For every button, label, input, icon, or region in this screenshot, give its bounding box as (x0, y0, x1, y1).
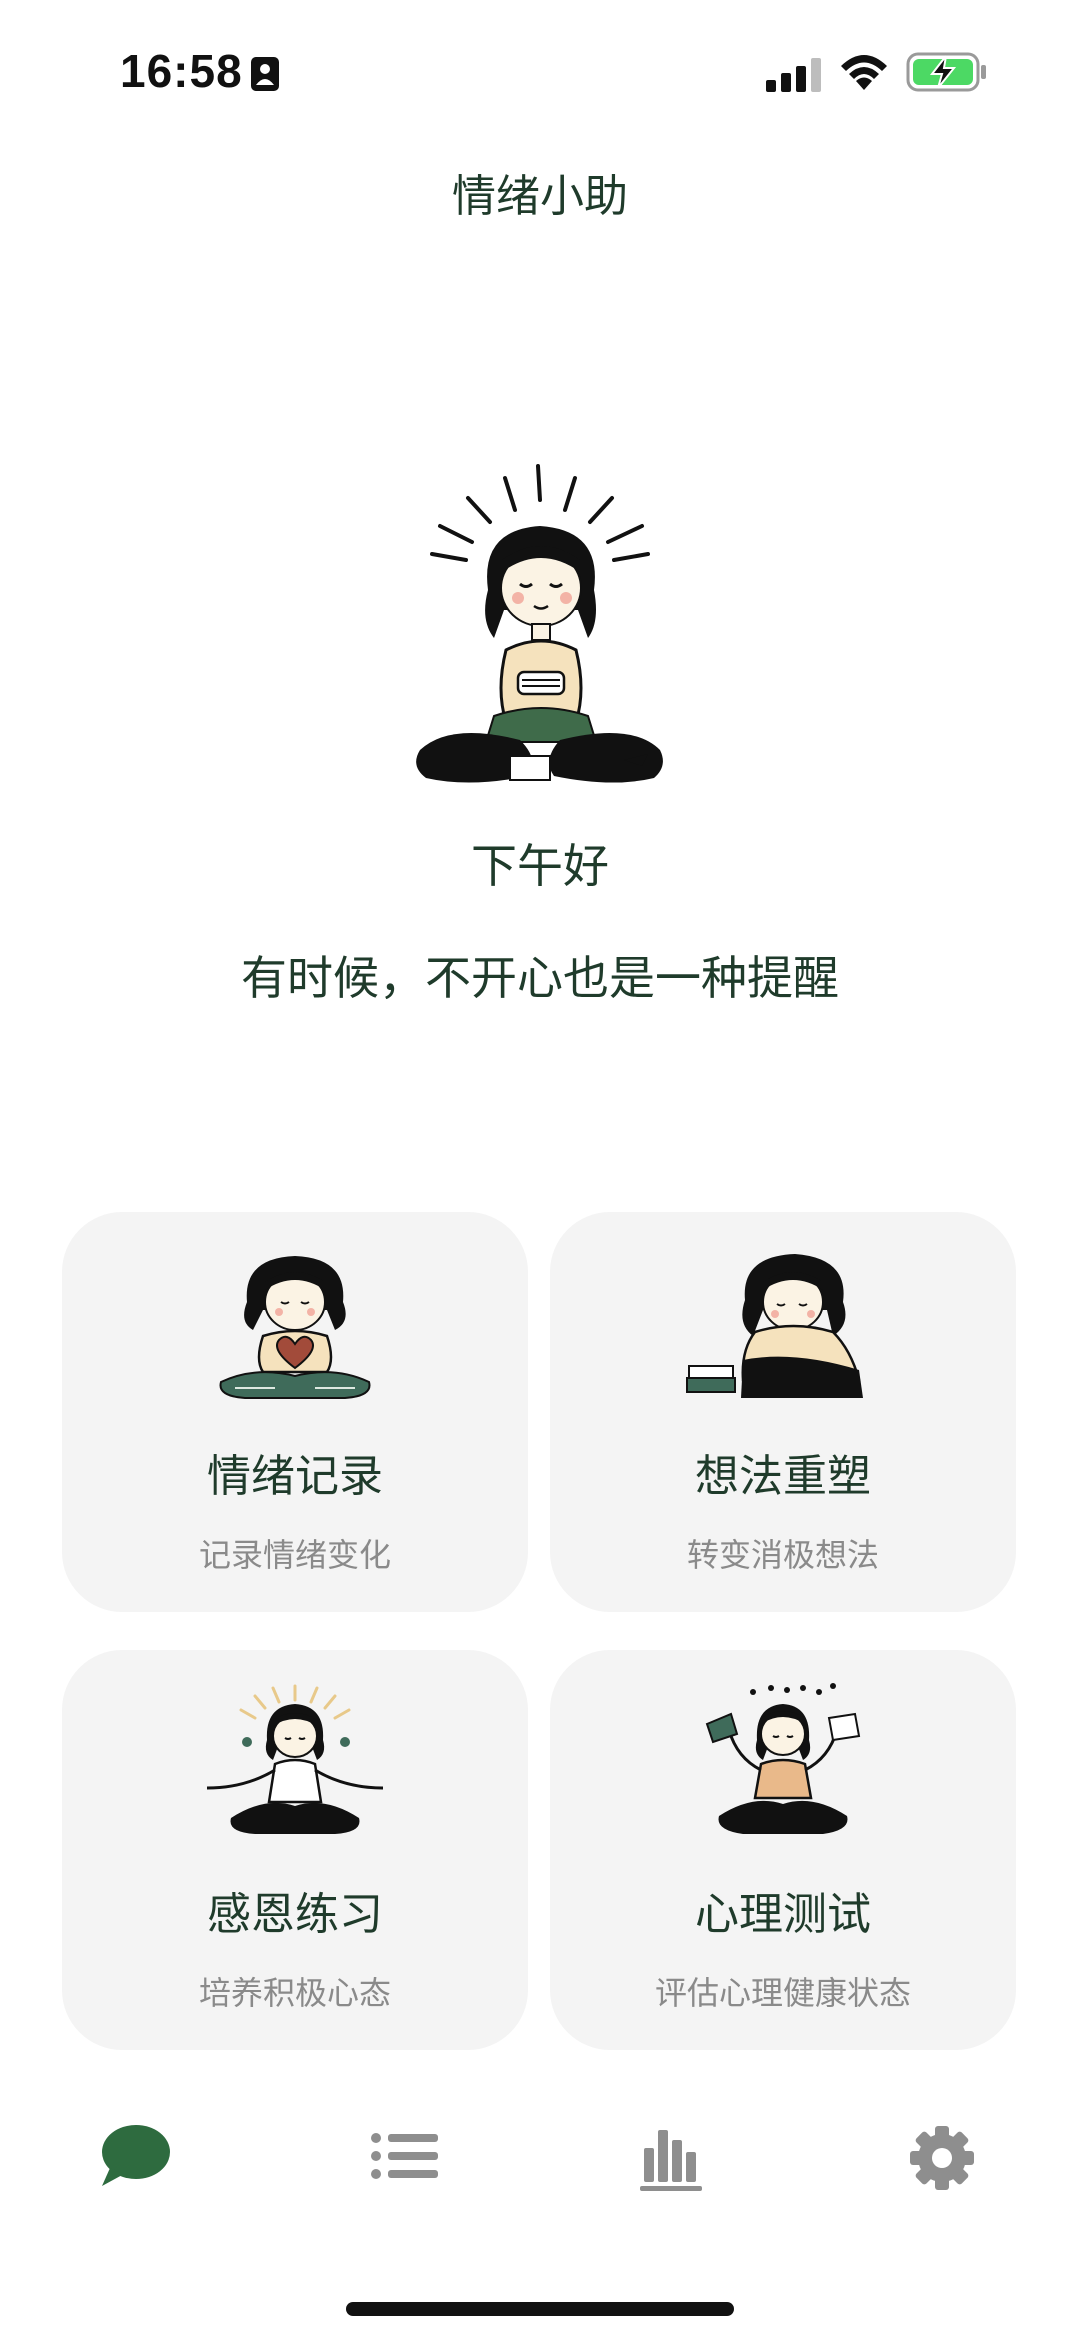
card-title: 心理测试 (695, 1889, 871, 1940)
tab-stats[interactable] (614, 2110, 734, 2210)
chat-bubble-icon (102, 2125, 170, 2186)
contact-card-icon (250, 56, 280, 96)
card-title: 感恩练习 (207, 1889, 383, 1940)
card-subtitle: 记录情绪变化 (198, 1536, 391, 1574)
page-title: 情绪小助 (452, 171, 628, 222)
greeting-text: 下午好 (471, 839, 609, 893)
bar-chart-icon (640, 2130, 702, 2191)
tab-list[interactable] (344, 2110, 464, 2210)
girl-holding-books-illustration (683, 1678, 883, 1838)
battery-charging-icon (906, 52, 988, 96)
daily-quote: 有时候，不开心也是一种提醒 (241, 951, 839, 1005)
girl-thinking-illustration (683, 1240, 883, 1400)
psych-test-card[interactable]: 心理测试 评估心理健康状态 (550, 1650, 1016, 2050)
card-subtitle: 转变消极想法 (686, 1536, 879, 1574)
tab-chat[interactable] (76, 2110, 196, 2210)
card-title: 情绪记录 (207, 1451, 383, 1502)
girl-meditating-illustration (195, 1678, 395, 1838)
card-subtitle: 培养积极心态 (198, 1974, 391, 2012)
card-title: 想法重塑 (695, 1451, 871, 1502)
cellular-signal-icon (766, 58, 822, 96)
home-indicator[interactable] (346, 2302, 734, 2316)
list-icon (371, 2133, 438, 2179)
emotion-record-card[interactable]: 情绪记录 记录情绪变化 (62, 1212, 528, 1612)
status-bar: 16:58 (0, 0, 1080, 140)
tab-settings[interactable] (882, 2110, 1002, 2210)
wifi-icon (838, 52, 890, 96)
bottom-tab-bar (0, 2110, 1080, 2250)
gratitude-practice-card[interactable]: 感恩练习 培养积极心态 (62, 1650, 528, 2050)
gear-icon (910, 2126, 974, 2190)
meditating-girl-illustration (410, 460, 670, 800)
status-time: 16:58 (120, 45, 243, 97)
girl-holding-heart-illustration (195, 1240, 395, 1400)
thought-reframe-card[interactable]: 想法重塑 转变消极想法 (550, 1212, 1016, 1612)
card-subtitle: 评估心理健康状态 (654, 1974, 911, 2012)
